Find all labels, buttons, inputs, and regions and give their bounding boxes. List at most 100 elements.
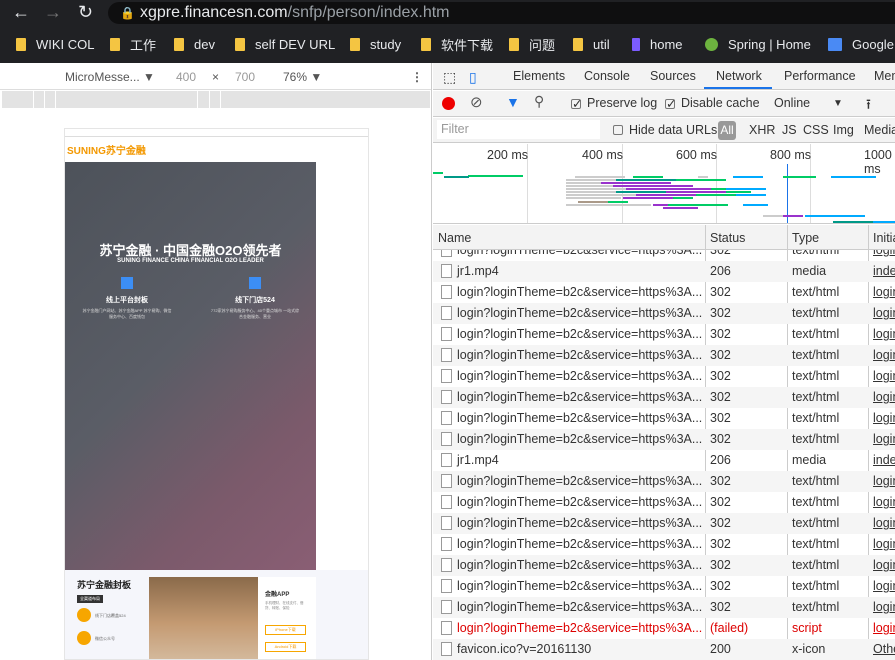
zoom-select[interactable]: 76% ▼ [283,70,322,84]
back-icon[interactable]: ← [12,2,30,23]
android-download-button[interactable]: Android下载 [265,642,306,652]
waterfall-bar [711,188,726,190]
waterfall-bar [696,194,736,196]
column-name[interactable]: Name [438,231,471,245]
cell-initiator[interactable]: login [873,285,895,299]
disable-cache-checkbox[interactable]: ✓ Disable cache [665,96,760,110]
cell-initiator[interactable]: login [873,558,895,572]
bookmark[interactable]: 软件下载 [421,34,493,54]
tab-mem[interactable]: Mem [874,69,895,83]
cell-initiator[interactable]: Other [873,642,895,656]
tab-sources[interactable]: Sources [650,69,696,83]
bookmark[interactable]: util [573,34,610,54]
bookmark[interactable]: dev [174,34,215,54]
request-row[interactable]: login?loginTheme=b2c&service=https%3A...… [433,387,895,408]
device-select[interactable]: MicroMesse... ▼ [65,70,155,84]
hide-data-urls-checkbox[interactable]: Hide data URLs [613,123,717,137]
bookmark[interactable]: self DEV URL [235,34,335,54]
cell-initiator[interactable]: login [873,600,895,614]
chevron-down-icon[interactable]: ▼ [833,98,843,109]
tab-network[interactable]: Network [716,69,762,83]
filter-type-js[interactable]: JS [782,123,797,137]
height-input[interactable]: 700 [235,70,255,84]
iphone-download-button[interactable]: iPhone下载 [265,625,306,635]
request-row[interactable]: login?loginTheme=b2c&service=https%3A...… [433,303,895,324]
site-logo[interactable]: SUNING苏宁金融 [67,142,146,157]
cell-initiator[interactable]: inde [873,453,895,467]
tab-elements[interactable]: Elements [513,69,565,83]
filter-type-media[interactable]: Media [864,123,895,137]
column-type[interactable]: Type [792,231,819,245]
bookmark[interactable]: Google [828,34,894,54]
section-badge: 全渠道布局 [77,595,103,603]
bookmark[interactable]: WIKI COL [16,34,95,54]
bookmark[interactable]: 问题 [509,34,555,54]
request-row[interactable]: jr1.mp4 206 media inde [433,261,895,282]
filter-input[interactable]: Filter [437,120,600,139]
cell-initiator[interactable]: login [873,306,895,320]
request-row[interactable]: login?loginTheme=b2c&service=https%3A...… [433,429,895,450]
request-row[interactable]: login?loginTheme=b2c&service=https%3A...… [433,471,895,492]
width-input[interactable]: 400 [176,70,196,84]
cell-initiator[interactable]: inde [873,264,895,278]
cell-initiator[interactable]: login [873,516,895,530]
column-status[interactable]: Status [710,231,745,245]
request-row[interactable]: login?loginTheme=b2c&service=https%3A...… [433,618,895,639]
cell-initiator[interactable]: login [873,537,895,551]
folder-icon [421,37,431,51]
throttling-select[interactable]: Online [774,96,810,110]
request-row[interactable]: login?loginTheme=b2c&service=https%3A...… [433,492,895,513]
cell-initiator[interactable]: login [873,327,895,341]
filter-type-xhr[interactable]: XHR [749,123,775,137]
request-row[interactable]: login?loginTheme=b2c&service=https%3A...… [433,597,895,618]
bookmark[interactable]: home [632,34,683,54]
cell-initiator[interactable]: login [873,579,895,593]
waterfall-bar [433,172,443,174]
address-bar[interactable]: 🔒 xgpre.financesn.com/snfp/person/index.… [108,2,895,24]
request-row[interactable]: login?loginTheme=b2c&service=https%3A...… [433,324,895,345]
filter-icon[interactable]: ▼ [506,94,520,110]
cell-initiator[interactable]: login [873,390,895,404]
bookmark[interactable]: study [350,34,401,54]
cell-initiator[interactable]: login [873,474,895,488]
request-row[interactable]: login?loginTheme=b2c&service=https%3A...… [433,576,895,597]
cell-initiator[interactable]: login [873,411,895,425]
request-row[interactable]: login?loginTheme=b2c&service=https%3A...… [433,555,895,576]
request-row[interactable]: login?loginTheme=b2c&service=https%3A...… [433,250,895,261]
inspect-element-icon[interactable]: ⬚ [443,69,456,86]
preserve-log-checkbox[interactable]: ✓ Preserve log [571,96,657,110]
import-har-icon[interactable]: ⭱ [866,94,871,118]
request-row[interactable]: login?loginTheme=b2c&service=https%3A...… [433,534,895,555]
filter-type-css[interactable]: CSS [803,123,829,137]
cell-initiator[interactable]: login [873,250,895,257]
device-toggle-icon[interactable]: ▯ [469,69,477,86]
request-row[interactable]: jr1.mp4 206 media inde [433,450,895,471]
forward-icon[interactable]: → [44,2,62,23]
request-row[interactable]: login?loginTheme=b2c&service=https%3A...… [433,513,895,534]
more-options-icon[interactable]: ⋮ [411,70,423,84]
media-query-bar[interactable] [2,91,430,108]
filter-type-img[interactable]: Img [833,123,854,137]
reload-icon[interactable]: ↻ [78,2,93,23]
column-initiator[interactable]: Initiator [873,231,895,245]
request-row[interactable]: favicon.ico?v=20161130 200 x-icon Other [433,639,895,660]
cell-initiator[interactable]: login [873,369,895,383]
search-icon[interactable]: ⚲ [534,93,544,110]
tab-console[interactable]: Console [584,69,630,83]
file-icon [441,495,452,509]
bookmark[interactable]: 工作 [110,34,156,54]
clear-icon[interactable]: ⊘ [470,93,483,111]
request-row[interactable]: login?loginTheme=b2c&service=https%3A...… [433,282,895,303]
filter-type-all[interactable]: All [718,121,736,140]
record-icon[interactable] [442,97,455,110]
request-row[interactable]: login?loginTheme=b2c&service=https%3A...… [433,366,895,387]
network-overview[interactable]: 200 ms 400 ms 600 ms 800 ms 1000 ms [433,144,895,224]
request-row[interactable]: login?loginTheme=b2c&service=https%3A...… [433,408,895,429]
cell-initiator[interactable]: login [873,495,895,509]
bookmark[interactable]: Spring | Home [705,34,811,54]
cell-initiator[interactable]: login [873,621,895,635]
request-row[interactable]: login?loginTheme=b2c&service=https%3A...… [433,345,895,366]
cell-initiator[interactable]: login [873,432,895,446]
tab-performance[interactable]: Performance [784,69,856,83]
cell-initiator[interactable]: login [873,348,895,362]
